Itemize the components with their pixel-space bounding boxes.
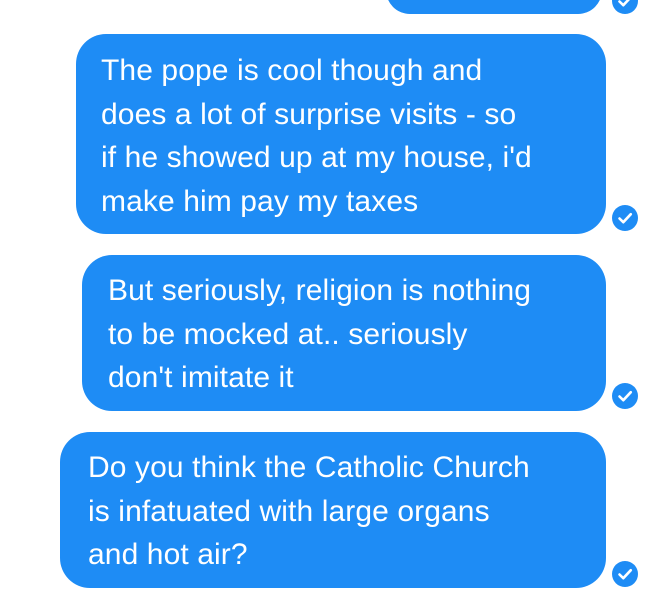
sent-check-icon: [612, 561, 638, 587]
message-bubble[interactable]: But seriously, religion is nothing to be…: [82, 255, 606, 411]
sent-check-icon: [612, 383, 638, 409]
sent-check-icon: [612, 205, 638, 231]
message-bubble[interactable]: Do you think the Catholic Church is infa…: [60, 432, 606, 588]
message-bubble[interactable]: The pope is cool though and does a lot o…: [76, 34, 606, 234]
message-bubble-partial[interactable]: [386, 0, 602, 14]
sent-check-icon: [612, 0, 638, 14]
